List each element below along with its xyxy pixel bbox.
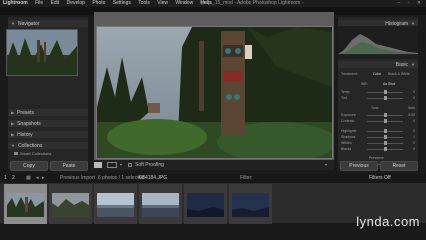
presets-label: Presets [17, 110, 35, 116]
expand-triangle-icon: ▶ [11, 121, 15, 126]
toolbar-menu-icon[interactable]: ▾ [325, 160, 327, 170]
totem-photo-image [97, 27, 332, 158]
slider-label: Shadows [341, 135, 356, 139]
soft-proofing-label: Soft Proofing [135, 162, 164, 168]
smart-collections-item[interactable]: Smart Collections [14, 151, 84, 157]
presets-header[interactable]: ▶ Presets [8, 109, 88, 116]
thumbnail-image [52, 193, 89, 217]
thumbnail-image [97, 193, 134, 217]
thumbnail-image [142, 193, 179, 217]
smart-collections-label: Smart Collections [20, 151, 52, 156]
histogram-graph [338, 34, 418, 54]
tone-label: Tone [371, 106, 379, 110]
copy-button[interactable]: Copy [10, 161, 48, 171]
tool-strip[interactable] [338, 55, 418, 59]
treatment-bw-option[interactable]: Black & White [388, 71, 410, 77]
selected-filename: /084184.JPG [138, 175, 168, 181]
filmstrip-thumb[interactable] [4, 184, 47, 224]
collections-label: Collections [17, 143, 43, 149]
filter-label: Filter: [240, 175, 253, 181]
filmstrip-thumb[interactable] [94, 184, 137, 224]
slider-label: Highlights [341, 129, 357, 133]
slider-label: Temp [341, 90, 350, 94]
loupe-view-icon[interactable] [94, 162, 102, 168]
nav-back-icon[interactable]: ◂ [36, 174, 39, 183]
menu-settings[interactable]: Settings [113, 0, 131, 6]
reset-button[interactable]: Reset [380, 161, 418, 171]
page-2-button[interactable]: 2 [12, 174, 15, 183]
navigator-label: Navigator [17, 21, 40, 27]
grid-view-icon[interactable]: ▦ [26, 174, 31, 183]
wb-label: WB: [361, 82, 368, 86]
auto-tone-button[interactable]: Auto [408, 105, 415, 111]
treatment-row: Treatment: Color Black & White [341, 71, 417, 77]
slider-value: 0 [413, 119, 415, 123]
slider-label: Whites [341, 141, 352, 145]
thumbnail-image [187, 193, 224, 217]
slider-value: 0 [413, 96, 415, 100]
slider-tint[interactable]: Tint 0 [341, 95, 415, 101]
wb-row: WB: As Shot [341, 81, 417, 87]
collections-header[interactable]: ▼ Collections [8, 142, 88, 149]
slider-blacks[interactable]: Blacks 0 [341, 146, 415, 152]
soft-proofing-checkbox[interactable] [128, 163, 132, 167]
filmstrip-thumb[interactable] [139, 184, 182, 224]
slider-value: 0 [413, 147, 415, 151]
collapse-triangle-icon: ▼ [11, 143, 15, 148]
collapse-triangle-icon: ▼ [11, 21, 15, 26]
wb-select[interactable]: As Shot [383, 81, 395, 87]
expand-triangle-icon: ▶ [11, 110, 15, 115]
main-photo[interactable] [96, 26, 333, 159]
filmstrip-thumb[interactable] [229, 184, 272, 224]
before-after-icon[interactable] [107, 162, 117, 168]
thumbnail-image [7, 193, 44, 217]
menu-window[interactable]: Window [175, 0, 193, 6]
basic-label: Basic [395, 62, 409, 68]
menu-develop[interactable]: Develop [67, 0, 85, 6]
navigator-preview-image [7, 30, 77, 75]
history-label: History [17, 132, 33, 138]
develop-toolbar: ▾ Soft Proofing ▾ [90, 160, 334, 170]
menu-file[interactable]: File [35, 0, 43, 6]
filmstrip-thumb[interactable] [49, 184, 92, 224]
filmstrip-thumb[interactable] [184, 184, 227, 224]
histogram [338, 26, 418, 54]
menu-edit[interactable]: Edit [51, 0, 60, 6]
source-label[interactable]: Previous Import [60, 174, 95, 183]
menu-photo[interactable]: Photo [92, 0, 105, 6]
history-header[interactable]: ▶ History [8, 131, 88, 138]
slider-label: Tint [341, 96, 347, 100]
menu-lightroom[interactable]: Lightroom [3, 0, 28, 6]
expand-triangle-icon: ▶ [11, 132, 15, 137]
slider-label: Blacks [341, 147, 352, 151]
filmstrip-bar: 1 2 ▦ ◂ ▸ Previous Import 6 photos / 1 s… [0, 174, 426, 183]
previous-button[interactable]: Previous [340, 161, 378, 171]
slider-label: Contrast [341, 119, 355, 123]
watermark-logo: lynda.com [356, 214, 420, 229]
nav-forward-icon[interactable]: ▸ [42, 174, 45, 183]
dropdown-arrow-icon[interactable]: ▾ [120, 162, 122, 168]
snapshots-label: Snapshots [17, 121, 41, 127]
treatment-label: Treatment: [341, 72, 358, 76]
collapse-triangle-icon: ▼ [411, 62, 415, 67]
menu-view[interactable]: View [157, 0, 168, 6]
treatment-color-option[interactable]: Color [373, 71, 381, 77]
folder-icon [14, 152, 18, 155]
paste-button[interactable]: Paste [50, 161, 88, 171]
snapshots-header[interactable]: ▶ Snapshots [8, 120, 88, 127]
basic-header[interactable]: Basic ▼ [338, 61, 418, 68]
thumbnail-image [232, 193, 269, 217]
right-panel: Histogram ▼ Basic ▼ Treatment: Color Black… [338, 17, 418, 169]
slider-label: Exposure [341, 113, 356, 117]
page-1-button[interactable]: 1 [4, 174, 7, 183]
window-controls[interactable]: – ▫ ✕ [397, 0, 424, 7]
menu-tools[interactable]: Tools [138, 0, 150, 6]
navigator-preview[interactable] [6, 29, 78, 76]
tone-row: Tone Auto [341, 105, 415, 111]
slider-contrast[interactable]: Contrast 0 [341, 118, 415, 124]
filter-select[interactable]: Filters Off [369, 174, 391, 183]
navigator-header[interactable]: ▼ Navigator [8, 20, 88, 27]
